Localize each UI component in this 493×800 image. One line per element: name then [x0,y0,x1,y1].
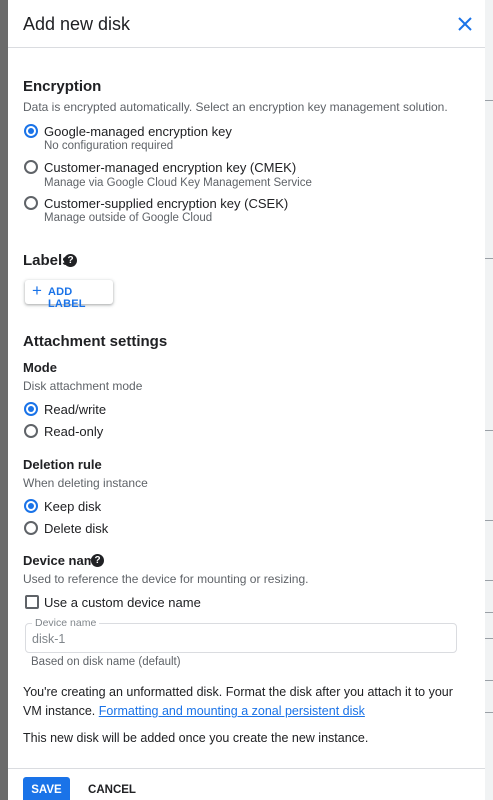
option-label: Customer-managed encryption key (CMEK) [44,160,297,175]
close-icon[interactable] [455,14,475,34]
radio-read-write[interactable] [24,402,38,416]
option-label: Delete disk [44,521,109,536]
radio-google-managed-key[interactable] [24,124,38,138]
help-icon[interactable]: ? [64,254,77,267]
option-label: Read/write [44,402,107,417]
option-label: Keep disk [44,499,102,514]
option-label: Customer-supplied encryption key (CSEK) [44,196,289,211]
checkbox-label: Use a custom device name [44,595,201,610]
add-disk-panel: Add new disk Encryption Data is encrypte… [8,0,485,800]
encryption-title: Encryption [23,78,102,95]
background-page-edge [485,0,493,800]
panel-header: Add new disk [8,0,485,48]
unformatted-disk-notice: You're creating an unformatted disk. For… [23,683,468,721]
radio-keep-disk[interactable] [24,499,38,513]
device-name-description: Used to reference the device for mountin… [23,572,309,586]
footnote-text: This new disk will be added once you cre… [23,731,369,745]
mode-description: Disk attachment mode [23,379,143,393]
option-label: Google-managed encryption key [44,124,232,139]
radio-read-only[interactable] [24,424,38,438]
cancel-button[interactable]: CANCEL [82,777,142,800]
field-label: Device name [32,617,100,629]
attachment-title: Attachment settings [23,333,168,350]
custom-device-name-checkbox[interactable] [25,595,39,609]
deletion-rule-title: Deletion rule [23,457,102,472]
device-name-field: Device name disk-1 [25,617,457,653]
add-label-button[interactable]: + ADD LABEL [25,280,113,310]
option-label: Read-only [44,424,104,439]
mode-title: Mode [23,360,57,375]
radio-cmek[interactable] [24,160,38,174]
option-sub: Manage outside of Google Cloud [44,212,213,224]
add-label-text: ADD LABEL [48,286,86,310]
radio-csek[interactable] [24,196,38,210]
deletion-rule-description: When deleting instance [23,476,148,490]
background-overlay [0,0,8,800]
save-button[interactable]: SAVE [23,777,70,800]
formatting-docs-link[interactable]: Formatting and mounting a zonal persiste… [99,704,365,718]
option-sub: No configuration required [44,140,174,152]
panel-footer: SAVE CANCEL [8,768,485,800]
help-icon[interactable]: ? [91,554,104,567]
field-value: disk-1 [32,632,66,646]
plus-icon: + [32,281,42,300]
radio-delete-disk[interactable] [24,521,38,535]
device-name-helper: Based on disk name (default) [31,656,181,668]
panel-title: Add new disk [23,14,131,34]
option-sub: Manage via Google Cloud Key Management S… [44,177,312,189]
encryption-description: Data is encrypted automatically. Select … [23,100,448,114]
